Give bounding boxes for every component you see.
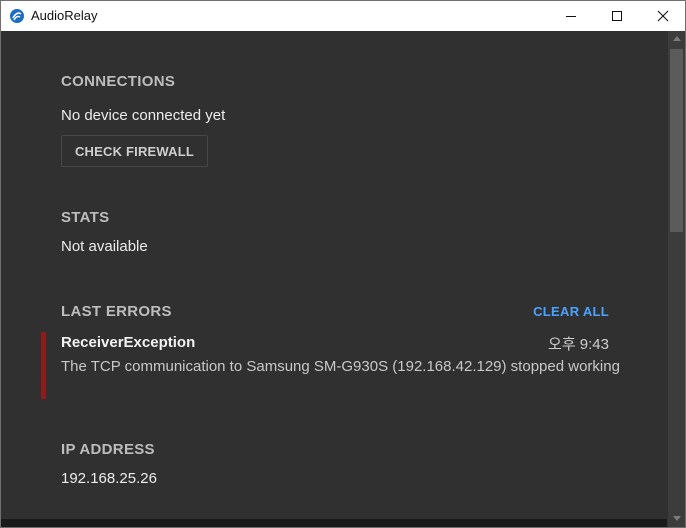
error-message: The TCP communication to Samsung SM-G930…	[61, 358, 620, 375]
maximize-icon	[612, 11, 622, 21]
scroll-down-icon[interactable]	[673, 516, 681, 521]
error-indicator	[41, 332, 46, 399]
scroll-up-icon[interactable]	[673, 36, 681, 41]
close-button[interactable]	[640, 1, 685, 31]
connections-heading: CONNECTIONS	[61, 73, 176, 90]
ip-address-value: 192.168.25.26	[61, 470, 157, 487]
stats-value: Not available	[61, 238, 148, 255]
error-time: 오후 9:43	[548, 336, 609, 353]
minimize-button[interactable]	[548, 1, 594, 31]
app-window: AudioRelay CONNECTIONS No device connect…	[0, 0, 686, 528]
check-firewall-button[interactable]: CHECK FIREWALL	[61, 135, 208, 167]
ip-address-heading: IP ADDRESS	[61, 441, 155, 458]
audiorelay-logo-icon	[10, 9, 24, 23]
error-name: ReceiverException	[61, 334, 196, 351]
title-bar[interactable]: AudioRelay	[1, 1, 685, 31]
scroll-thumb[interactable]	[670, 49, 683, 232]
clear-all-button[interactable]: CLEAR ALL	[533, 304, 609, 319]
close-icon	[657, 10, 669, 22]
connection-status: No device connected yet	[61, 107, 226, 124]
window-bottom-edge	[1, 519, 667, 527]
minimize-icon	[566, 16, 576, 17]
maximize-button[interactable]	[594, 1, 640, 31]
main-content: CONNECTIONS No device connected yet CHEC…	[1, 31, 667, 527]
window-title: AudioRelay	[31, 8, 98, 23]
stats-heading: STATS	[61, 209, 110, 226]
vertical-scrollbar[interactable]	[668, 31, 685, 527]
last-errors-heading: LAST ERRORS	[61, 303, 172, 320]
